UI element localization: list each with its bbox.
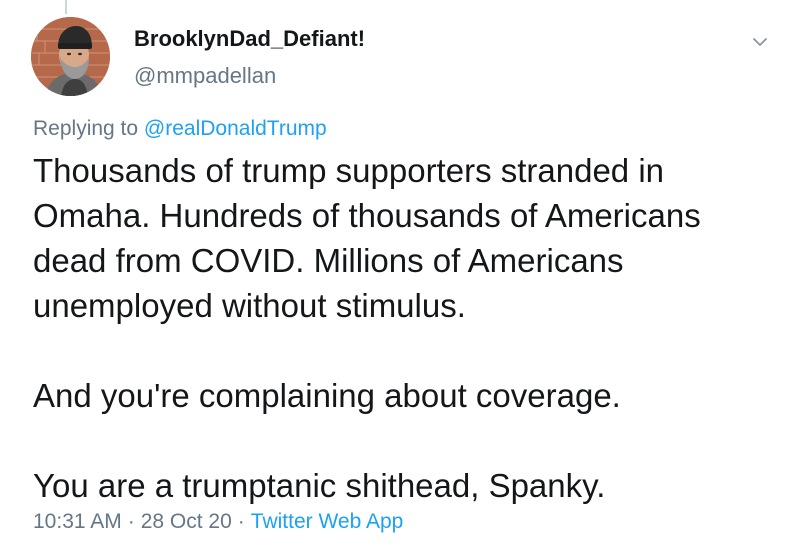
tweet-paragraph: Thousands of trump supporters stranded i… [33,152,701,324]
tweet-time[interactable]: 10:31 AM [33,510,122,533]
tweet-paragraph: And you're complaining about coverage. [33,377,621,414]
tweet-body: Thousands of trump supporters stranded i… [33,148,773,508]
tweet-date[interactable]: 28 Oct 20 [141,510,232,533]
avatar[interactable] [31,17,110,96]
author-display-name[interactable]: BrooklynDad_Defiant! [134,26,365,52]
tweet-source-link[interactable]: Twitter Web App [251,510,404,533]
replying-to-label: Replying to [33,117,144,140]
author-handle[interactable]: @mmpadellan [134,63,276,89]
tweet-metadata: 10:31 AM · 28 Oct 20 · Twitter Web App [33,510,403,534]
replying-to-line: Replying to @realDonaldTrump [33,117,327,141]
chevron-down-icon[interactable] [748,30,772,54]
meta-separator: · [127,510,135,533]
thread-connector-line [65,0,67,14]
meta-separator: · [237,510,245,533]
reply-target-link[interactable]: @realDonaldTrump [144,117,327,140]
tweet-paragraph: You are a trumptanic shithead, Spanky. [33,467,606,504]
